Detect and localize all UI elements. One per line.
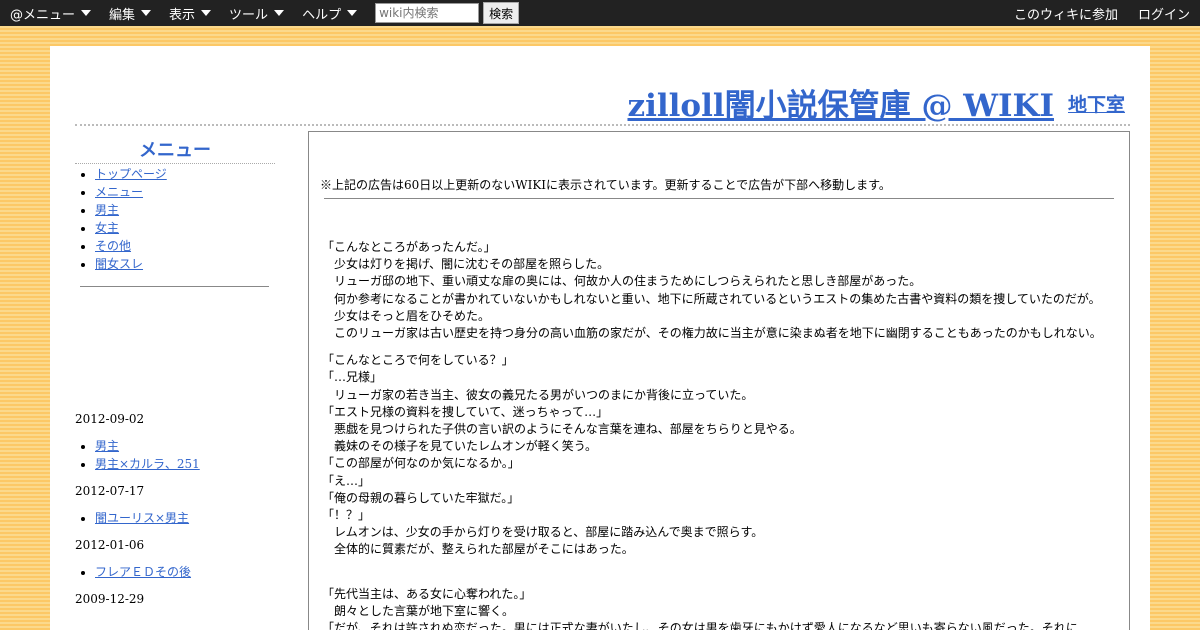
- chevron-down-icon: [141, 10, 152, 16]
- list-item: 闇ユーリス×男主: [95, 509, 275, 527]
- sidebar-item-male-lead[interactable]: 男主: [95, 203, 119, 217]
- text-line: 「だが、それは許されぬ恋だった。男には正式な妻がいたし、その女は男を歯牙にもかけ…: [322, 621, 1090, 630]
- update-list: 男主 男主×カルラ、251: [75, 437, 275, 473]
- menu-label: ヘルプ: [302, 7, 342, 23]
- paragraph: 「こんなところで何をしている？」 「…兄様」 リューガ家の若き当主、彼女の義兄た…: [322, 352, 1122, 558]
- chevron-down-icon: [347, 10, 358, 16]
- sidebar-item: 闇女スレ: [95, 255, 275, 273]
- text-line: レムオンは、少女の手から灯りを受け取ると、部屋に踏み込んで奥まで照らす。: [322, 525, 764, 540]
- menu-view[interactable]: 表示: [169, 4, 212, 23]
- text-line: 朗々とした言葉が地下室に響く。: [322, 604, 515, 619]
- list-item: 男主×カルラ、251: [95, 455, 275, 473]
- account-links: このウィキに参加 ログイン: [994, 4, 1200, 23]
- sidebar-item-other[interactable]: その他: [95, 239, 131, 253]
- menu-label: 表示: [169, 7, 196, 23]
- text-line: 少女はそっと眉をひそめた。: [322, 308, 491, 323]
- basement-link[interactable]: 地下室: [1068, 90, 1125, 117]
- main-content: ※上記の広告は60日以上更新のないWIKIに表示されています。更新することで広告…: [308, 131, 1130, 630]
- sidebar-divider: [80, 286, 269, 287]
- menu-label: 編集: [109, 7, 136, 23]
- text-line: 「この部屋が何なのか気になるか。」: [322, 456, 520, 471]
- wiki-search-input[interactable]: [375, 3, 480, 23]
- text-line: 「！？」: [322, 508, 371, 523]
- list-item: フレアＥＤその後: [95, 563, 275, 581]
- update-date: 2012-07-17: [75, 484, 145, 498]
- menu-label: ツール: [229, 7, 269, 23]
- paragraph: 「先代当主は、ある女に心奪われた。」 朗々とした言葉が地下室に響く。 「だが、そ…: [322, 569, 1122, 630]
- search-button[interactable]: 検索: [483, 2, 520, 24]
- sidebar-item-dark-female-thread[interactable]: 闇女スレ: [95, 257, 143, 271]
- text-line: 義妹のその様子を見ていたレムオンが軽く笑う。: [322, 439, 598, 454]
- text-line: 「え…」: [322, 473, 371, 488]
- text-line: 「先代当主は、ある女に心奪われた。」: [322, 586, 532, 601]
- text-line: 何か参考になることが書かれていないかもしれないと重い、地下に所蔵されているという…: [322, 291, 1101, 306]
- sidebar-item: 女主: [95, 219, 275, 237]
- chevron-down-icon: [201, 10, 212, 16]
- login-link[interactable]: ログイン: [1138, 4, 1190, 23]
- list-item: 男主: [95, 437, 275, 455]
- top-navigation-bar: @メニュー 編集 表示 ツール ヘルプ 検索 このウィキに参加 ログイン: [0, 0, 1200, 26]
- recent-link[interactable]: フレアＥＤその後: [95, 565, 191, 579]
- recent-link[interactable]: 男主: [95, 439, 119, 453]
- text-line: 「エスト兄様の資料を捜していて、迷っちゃって…」: [322, 404, 609, 419]
- site-header: zilloll闇小説保管庫 @ WIKI 地下室: [75, 46, 1130, 126]
- menu-help[interactable]: ヘルプ: [302, 4, 358, 23]
- text-line: 「こんなところで何をしている？」: [322, 353, 514, 368]
- top-menu: @メニュー 編集 表示 ツール ヘルプ 検索: [0, 2, 520, 24]
- menu-label: @メニュー: [10, 7, 76, 23]
- text-line: 少女は灯りを掲げ、闇に沈むその部屋を照らした。: [322, 257, 610, 272]
- menu-tools[interactable]: ツール: [229, 4, 285, 23]
- sidebar-item: トップページ: [95, 165, 275, 183]
- recent-updates: 2012-09-02 男主 男主×カルラ、251 2012-07-17 闇ユーリ…: [75, 410, 275, 617]
- text-line: 全体的に質素だが、整えられた部屋がそこにはあった。: [322, 542, 634, 557]
- menu-edit[interactable]: 編集: [109, 4, 152, 23]
- update-date: 2009-12-29: [75, 592, 145, 606]
- sidebar-item-female-lead[interactable]: 女主: [95, 221, 119, 235]
- text-line: リューガ家の若き当主、彼女の義兄たる男がいつのまにか背後に立っていた。: [322, 387, 754, 402]
- update-date: 2012-09-02: [75, 412, 145, 426]
- notice-divider: [324, 198, 1114, 199]
- update-list: フレアＥＤその後: [75, 563, 275, 581]
- chevron-down-icon: [81, 10, 92, 16]
- sidebar-item-top-page[interactable]: トップページ: [95, 167, 167, 181]
- text-line: 「…兄様」: [322, 370, 383, 385]
- update-date: 2012-01-06: [75, 538, 145, 552]
- page-content: zilloll闇小説保管庫 @ WIKI 地下室 メニュー トップページ メニュ…: [50, 46, 1150, 630]
- paragraph: 「こんなところがあったんだ。」 少女は灯りを掲げ、闇に沈むその部屋を照らした。 …: [322, 239, 1122, 342]
- story-text: 「こんなところがあったんだ。」 少女は灯りを掲げ、闇に沈むその部屋を照らした。 …: [322, 239, 1122, 630]
- recent-link[interactable]: 男主×カルラ、251: [95, 457, 200, 471]
- text-line: このリューガ家は古い歴史を持つ身分の高い血筋の家だが、その権力故に当主が意に染ま…: [322, 326, 1102, 341]
- text-line: 「こんなところがあったんだ。」: [322, 240, 496, 254]
- text-line: 「俺の母親の暮らしていた牢獄だ。」: [322, 490, 520, 505]
- sidebar-item: その他: [95, 237, 275, 255]
- chevron-down-icon: [274, 10, 285, 16]
- sidebar-menu-list: トップページ メニュー 男主 女主 その他 闇女スレ: [75, 165, 275, 273]
- menu-heading: メニュー: [75, 136, 275, 164]
- update-list: 闇ユーリス×男主: [75, 509, 275, 527]
- sidebar: メニュー トップページ メニュー 男主 女主 その他 闇女スレ 2012-09-…: [75, 131, 275, 606]
- text-line: リューガ邸の地下、重い頑丈な扉の奥には、何故か人の住まうためにしつらえられたと思…: [322, 274, 922, 289]
- sidebar-item-menu[interactable]: メニュー: [95, 185, 143, 199]
- menu-at-menu[interactable]: @メニュー: [10, 4, 92, 23]
- sidebar-item: 男主: [95, 201, 275, 219]
- site-title-link[interactable]: zilloll闇小説保管庫 @ WIKI: [627, 80, 1054, 125]
- ad-notice: ※上記の広告は60日以上更新のないWIKIに表示されています。更新することで広告…: [320, 178, 891, 192]
- sidebar-item: メニュー: [95, 183, 275, 201]
- join-wiki-link[interactable]: このウィキに参加: [1014, 4, 1118, 23]
- text-line: 悪戯を見つけられた子供の言い訳のようにそんな言葉を連ね、部屋をちらりと見やる。: [322, 422, 802, 437]
- recent-link[interactable]: 闇ユーリス×男主: [95, 511, 189, 525]
